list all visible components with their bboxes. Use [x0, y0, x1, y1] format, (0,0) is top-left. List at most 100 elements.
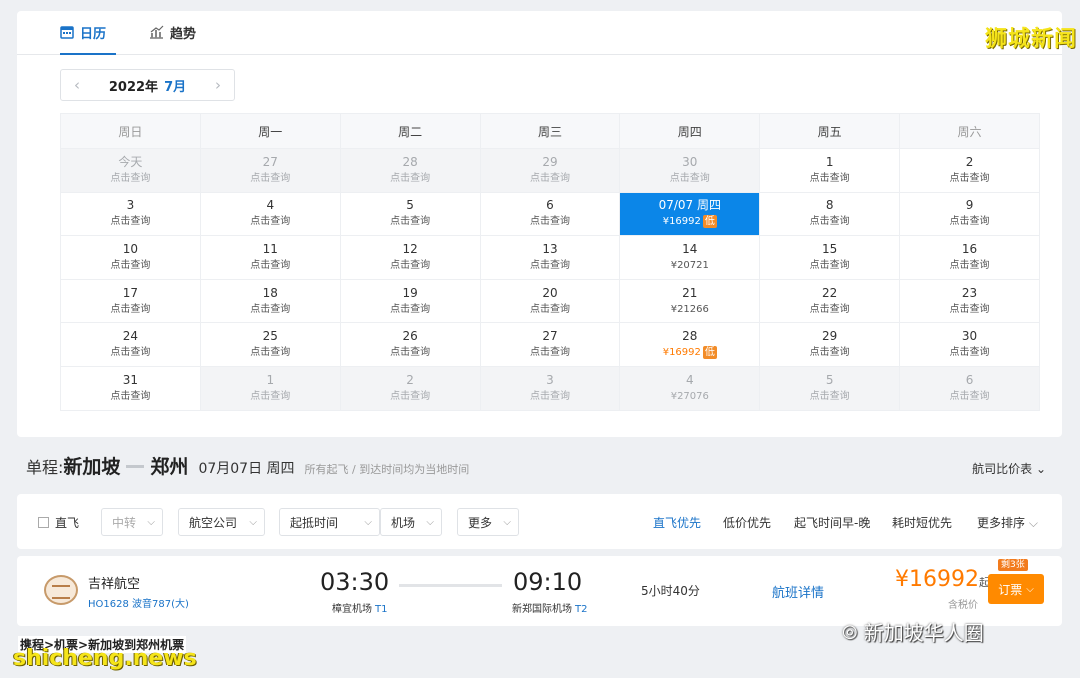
- sort-lowest-price[interactable]: 低价优先: [723, 514, 771, 531]
- calendar-day-cell[interactable]: 15点击查询: [760, 236, 900, 280]
- calendar-day-cell[interactable]: 9点击查询: [900, 192, 1040, 236]
- calendar-day-cell[interactable]: 21 ¥21266: [620, 279, 760, 323]
- calendar-day-cell[interactable]: 29点击查询: [480, 149, 620, 193]
- day-subtext: 点击查询: [110, 304, 150, 315]
- transfer-dropdown[interactable]: 中转⌵: [101, 508, 163, 536]
- more-sort-label: 更多排序: [977, 516, 1025, 530]
- calendar-day-cell[interactable]: 1点击查询: [200, 366, 340, 410]
- calendar-day-cell[interactable]: 14¥20721: [620, 236, 760, 280]
- day-subtext: 点击查询: [110, 391, 150, 402]
- flight-row[interactable]: 吉祥航空 HO1628 波音787(大) 03:30 樟宜机场T1 09:10 …: [17, 556, 1062, 626]
- day-subtext: 点击查询: [530, 304, 570, 315]
- calendar-day-cell[interactable]: 28点击查询: [340, 149, 480, 193]
- calendar-day-cell[interactable]: 07/07 周四¥16992低: [620, 192, 760, 236]
- calendar-day-cell[interactable]: 4¥27076: [620, 366, 760, 410]
- day-number: 21: [620, 285, 759, 301]
- calendar-day-cell[interactable]: 27点击查询: [480, 323, 620, 367]
- airport-dropdown[interactable]: 机场⌵: [380, 508, 442, 536]
- calendar-day-cell[interactable]: 18点击查询: [200, 279, 340, 323]
- next-month-button[interactable]: ›: [202, 76, 234, 94]
- calendar-day-cell[interactable]: 5点击查询: [340, 192, 480, 236]
- day-price-or-query: 点击查询: [481, 388, 620, 405]
- calendar-day-cell[interactable]: 2点击查询: [900, 149, 1040, 193]
- calendar-day-cell[interactable]: 6点击查询: [480, 192, 620, 236]
- airline-compare-button[interactable]: 航司比价表 ⌄: [972, 460, 1046, 477]
- calendar-day-cell[interactable]: 20 点击查询: [480, 279, 620, 323]
- book-button[interactable]: 订票⌵: [988, 574, 1044, 604]
- day-number: 14: [620, 241, 759, 257]
- day-price-or-query: 点击查询: [61, 213, 200, 230]
- calendar-day-cell[interactable]: 13点击查询: [480, 236, 620, 280]
- calendar-day-cell[interactable]: 30点击查询: [900, 323, 1040, 367]
- day-number: 25: [201, 328, 340, 344]
- calendar-day-cell[interactable]: 8点击查询: [760, 192, 900, 236]
- day-number: 26: [341, 328, 480, 344]
- calendar-day-cell[interactable]: 22点击查询: [760, 279, 900, 323]
- calendar-week-row: 10点击查询11点击查询12点击查询13点击查询14¥2072115点击查询16…: [61, 236, 1040, 280]
- chevron-down-icon: ⌵: [1026, 584, 1034, 595]
- day-number: 4: [620, 372, 759, 388]
- tab-bar: 日历 趋势 狮城新闻: [17, 11, 1062, 55]
- direct-only-checkbox[interactable]: 直飞: [38, 514, 79, 531]
- flight-number[interactable]: HO1628 波音787(大): [88, 595, 189, 610]
- calendar-day-cell[interactable]: 30点击查询: [620, 149, 760, 193]
- calendar-day-cell[interactable]: 5点击查询: [760, 366, 900, 410]
- weekday-header: 周一: [200, 114, 340, 149]
- day-number: 6: [481, 197, 620, 213]
- calendar-week-row: 3点击查询4点击查询5点击查询6点击查询07/07 周四¥16992低8点击查询…: [61, 192, 1040, 236]
- day-price-or-query: 点击查询: [760, 213, 899, 230]
- calendar-day-cell[interactable]: 16点击查询: [900, 236, 1040, 280]
- calendar-day-cell[interactable]: 3点击查询: [480, 366, 620, 410]
- day-price-or-query: 点击查询: [201, 170, 340, 187]
- calendar-day-cell[interactable]: 29点击查询: [760, 323, 900, 367]
- calendar-day-cell[interactable]: 6点击查询: [900, 366, 1040, 410]
- route-header: 单程: 新加坡 郑州 07月07日 周四 所有起飞 / 到达时间均为当地时间: [26, 452, 469, 482]
- calendar-day-cell[interactable]: 11点击查询: [200, 236, 340, 280]
- day-number: 20: [481, 285, 620, 301]
- calendar-day-cell[interactable]: 28¥16992低: [620, 323, 760, 367]
- weekday-header: 周三: [480, 114, 620, 149]
- tab-trend[interactable]: 趋势: [149, 23, 196, 55]
- sort-shortest-duration[interactable]: 耗时短优先: [892, 514, 952, 531]
- calendar-day-cell[interactable]: 12点击查询: [340, 236, 480, 280]
- calendar-day-cell[interactable]: 23点击查询: [900, 279, 1040, 323]
- weekday-header: 周日: [61, 114, 201, 149]
- day-price-or-query: 点击查询: [760, 388, 899, 405]
- flight-details-link[interactable]: 航班详情: [772, 582, 824, 601]
- calendar-day-cell[interactable]: 今天点击查询: [61, 149, 201, 193]
- sort-departure-time[interactable]: 起飞时间早-晚: [794, 514, 870, 531]
- time-dropdown[interactable]: 起抵时间⌵: [279, 508, 380, 536]
- calendar-day-cell[interactable]: 1点击查询: [760, 149, 900, 193]
- day-subtext: 点击查询: [810, 304, 850, 315]
- calendar-day-cell[interactable]: 24点击查询: [61, 323, 201, 367]
- day-price-or-query: 点击查询: [201, 344, 340, 361]
- calendar-day-cell[interactable]: 3点击查询: [61, 192, 201, 236]
- day-subtext: ¥21266: [671, 304, 709, 315]
- calendar-day-cell[interactable]: 4点击查询: [200, 192, 340, 236]
- calendar-day-cell[interactable]: 31点击查询: [61, 366, 201, 410]
- calendar-day-cell[interactable]: 19点击查询: [340, 279, 480, 323]
- day-price-or-query: 点击查询: [61, 388, 200, 405]
- calendar-day-cell[interactable]: 2点击查询: [340, 366, 480, 410]
- departure-terminal: T1: [375, 604, 387, 615]
- prev-month-button[interactable]: ‹: [61, 76, 93, 94]
- day-number: 6: [900, 372, 1039, 388]
- day-number: 29: [760, 328, 899, 344]
- calendar-day-cell[interactable]: 25点击查询: [200, 323, 340, 367]
- calendar-day-cell[interactable]: 17点击查询: [61, 279, 201, 323]
- watermark-site: shicheng.news: [13, 646, 197, 671]
- airline-filter-label: 航空公司: [189, 514, 237, 531]
- calendar-day-cell[interactable]: 27点击查询: [200, 149, 340, 193]
- sort-direct-first[interactable]: 直飞优先: [653, 514, 701, 531]
- chevron-down-icon: ⌵: [364, 517, 372, 528]
- more-dropdown[interactable]: 更多⌵: [457, 508, 519, 536]
- tab-calendar[interactable]: 日历: [60, 23, 116, 55]
- sort-more-options[interactable]: 更多排序 ⌵: [977, 514, 1038, 531]
- day-subtext: 点击查询: [670, 173, 710, 184]
- day-subtext: 点击查询: [950, 216, 990, 227]
- calendar-day-cell[interactable]: 26点击查询: [340, 323, 480, 367]
- calendar-day-cell[interactable]: 10点击查询: [61, 236, 201, 280]
- airline-dropdown[interactable]: 航空公司⌵: [178, 508, 265, 536]
- watermark-wechat-text: 新加坡华人圈: [864, 617, 984, 646]
- tab-trend-label: 趋势: [170, 23, 196, 42]
